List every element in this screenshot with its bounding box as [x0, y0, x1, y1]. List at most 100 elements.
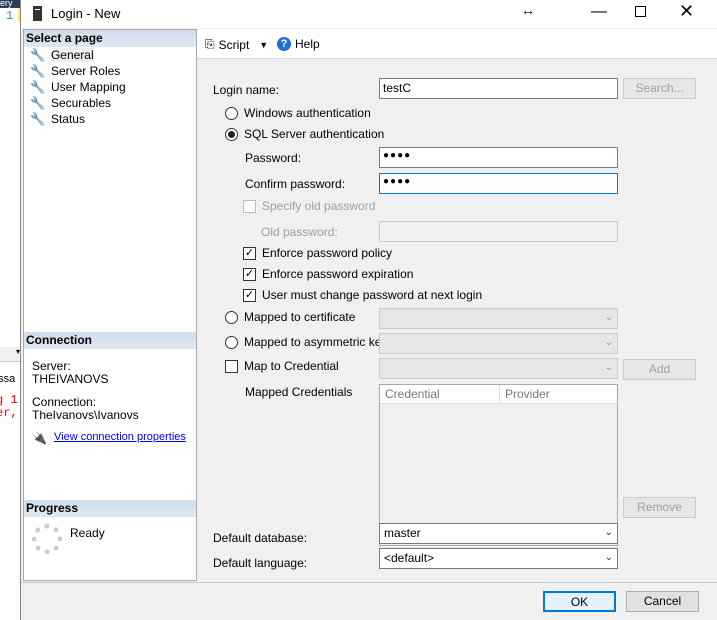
resize-icon: ↔ — [521, 2, 535, 18]
sql-auth-radio[interactable]: SQL Server authentication — [225, 127, 384, 141]
chevron-down-icon: ⌄ — [604, 312, 613, 323]
minimize-button[interactable]: — — [591, 3, 607, 21]
window-title: Login - New — [51, 6, 121, 21]
background-editor: ery 1 ▾ essa g 1 er, — [0, 0, 20, 620]
asymmetric-key-combo[interactable]: ⌄ — [379, 333, 618, 354]
bg-fragment: er, — [0, 406, 18, 420]
checkbox-label: Enforce password expiration — [262, 267, 414, 281]
chevron-down-icon: ⌄ — [604, 527, 613, 538]
plug-icon: 🔌 — [32, 431, 47, 445]
bg-fragment: g 1 — [0, 393, 18, 407]
bg-dropdown: ▾ — [0, 347, 20, 362]
maximize-button[interactable] — [635, 6, 646, 17]
line-number: 1 — [6, 9, 14, 23]
server-label: Server: — [32, 359, 71, 373]
wrench-icon: 🔧 — [30, 64, 45, 78]
mapped-certificate-radio[interactable]: Mapped to certificate — [225, 310, 355, 324]
script-button[interactable]: ⎘ Script ▼ — [205, 37, 268, 52]
old-password-input[interactable] — [379, 221, 618, 242]
help-icon: ? — [277, 37, 291, 51]
column-header-provider[interactable]: Provider — [500, 385, 617, 403]
page-label: User Mapping — [50, 80, 126, 94]
mapped-asymmetric-key-radio[interactable]: Mapped to asymmetric key — [225, 335, 387, 349]
ok-button[interactable]: OK — [543, 591, 616, 612]
checkbox-label: Map to Credential — [244, 359, 339, 373]
page-user-mapping[interactable]: 🔧 User Mapping — [30, 79, 126, 95]
add-button[interactable]: Add — [623, 359, 696, 380]
chevron-down-icon: ▼ — [259, 39, 269, 50]
checkbox-label: User must change password at next login — [262, 288, 483, 302]
footer-divider — [21, 582, 717, 583]
radio-label: SQL Server authentication — [244, 127, 385, 141]
wrench-icon: 🔧 — [30, 112, 45, 126]
close-button[interactable]: ✕ — [679, 1, 694, 22]
search-button[interactable]: Search... — [623, 78, 696, 99]
column-header-credential[interactable]: Credential — [380, 385, 500, 403]
enforce-policy-checkbox[interactable]: ✓ Enforce password policy — [243, 246, 392, 260]
bg-fragment: ery — [0, 0, 20, 8]
combo-value: <default> — [384, 551, 435, 565]
certificate-combo[interactable]: ⌄ — [379, 308, 618, 329]
script-label: Script — [218, 37, 250, 52]
title-bar[interactable]: Login - New ↔ — ✕ — [21, 0, 717, 28]
page-label: Status — [50, 112, 85, 126]
wrench-icon: 🔧 — [30, 96, 45, 110]
specify-old-password-checkbox[interactable]: Specify old password — [243, 199, 375, 213]
wrench-icon: 🔧 — [30, 80, 45, 94]
progress-status: Ready — [70, 526, 105, 540]
checkbox-label: Specify old password — [262, 199, 376, 213]
page-status[interactable]: 🔧 Status — [30, 111, 85, 127]
radio-label: Mapped to asymmetric key — [244, 335, 388, 349]
default-language-label: Default language: — [213, 556, 308, 570]
cancel-button[interactable]: Cancel — [626, 591, 699, 612]
page-label: Server Roles — [50, 64, 121, 78]
must-change-checkbox[interactable]: ✓ User must change password at next login — [243, 288, 482, 302]
login-name-input[interactable]: testC — [379, 78, 618, 99]
confirm-password-label: Confirm password: — [245, 177, 346, 191]
windows-auth-radio[interactable]: Windows authentication — [225, 106, 371, 120]
default-database-combo[interactable]: master ⌄ — [379, 523, 618, 544]
remove-button[interactable]: Remove — [623, 497, 696, 518]
bg-fragment: essa — [0, 373, 16, 385]
connection-header: Connection — [24, 332, 196, 349]
page-server-roles[interactable]: 🔧 Server Roles — [30, 63, 120, 79]
login-name-label: Login name: — [213, 83, 280, 97]
view-connection-properties-link[interactable]: View connection properties — [54, 431, 186, 443]
password-input[interactable]: ●●●● — [379, 147, 618, 168]
confirm-password-input[interactable]: ●●●● — [379, 173, 618, 194]
chevron-down-icon: ⌄ — [604, 552, 613, 563]
radio-label: Mapped to certificate — [244, 310, 356, 324]
help-label: Help — [295, 37, 320, 51]
server-value: THEIVANOVS — [32, 372, 109, 386]
password-label: Password: — [245, 151, 302, 165]
default-language-combo[interactable]: <default> ⌄ — [379, 548, 618, 569]
select-page-header: Select a page — [24, 30, 196, 47]
help-button[interactable]: ? Help — [277, 37, 320, 51]
progress-header: Progress — [24, 500, 196, 517]
toolbar: ⎘ Script ▼ ? Help — [197, 29, 717, 59]
script-icon: ⎘ — [205, 37, 215, 51]
connection-label: Connection: — [32, 395, 97, 409]
general-page: ⎘ Script ▼ ? Help Login name: testC Search.… — [197, 29, 717, 581]
wrench-icon: 🔧 — [30, 48, 45, 62]
server-icon — [33, 6, 42, 21]
checkbox-label: Enforce password policy — [262, 246, 393, 260]
map-to-credential-checkbox[interactable]: Map to Credential — [225, 359, 339, 373]
page-general[interactable]: 🔧 General — [30, 47, 94, 63]
left-panel: Select a page 🔧 General 🔧 Server Roles 🔧 Us… — [23, 29, 197, 581]
default-database-label: Default database: — [213, 531, 308, 545]
chevron-down-icon: ⌄ — [604, 362, 613, 373]
credential-combo[interactable]: ⌄ — [379, 358, 618, 379]
combo-value: master — [384, 526, 421, 540]
old-password-label: Old password: — [261, 225, 338, 239]
connection-value: TheIvanovs\Ivanovs — [32, 408, 139, 422]
mapped-credentials-label: Mapped Credentials — [245, 385, 353, 399]
page-label: General — [50, 48, 94, 62]
page-label: Securables — [50, 96, 111, 110]
mapped-credentials-table: Credential Provider — [379, 384, 618, 546]
progress-spinner-icon — [32, 524, 62, 554]
chevron-down-icon: ⌄ — [604, 337, 613, 348]
enforce-expiration-checkbox[interactable]: ✓ Enforce password expiration — [243, 267, 413, 281]
radio-label: Windows authentication — [244, 106, 371, 120]
page-securables[interactable]: 🔧 Securables — [30, 95, 111, 111]
